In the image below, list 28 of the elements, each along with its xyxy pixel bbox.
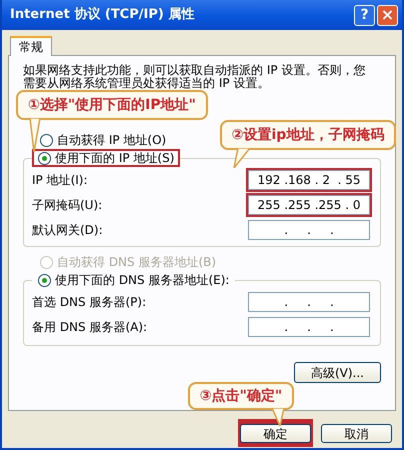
radio-label: 自动获得 IP 地址(O) (57, 132, 166, 149)
ip-address-field[interactable]: . . . (248, 220, 370, 240)
ip-address-field[interactable]: . . . (248, 316, 370, 336)
radio-button[interactable] (38, 152, 51, 164)
radio-label: 使用下面的 DNS 服务器地址(E): (55, 272, 230, 289)
field-label: 默认网关(D): (32, 222, 103, 238)
callout-text: ②设置ip地址，子网掩码 (232, 126, 384, 144)
radio-label: 使用下面的 IP 地址(S) (55, 150, 174, 167)
callout-text: ①选择"使用下面的IP地址" (28, 96, 196, 114)
radio-label: 自动获得 DNS 服务器地址(B) (57, 254, 216, 271)
ip-address-field[interactable]: 255 .255 .255 . 0 (248, 194, 370, 214)
help-button[interactable]: ? (354, 4, 375, 26)
advanced-button[interactable]: 高级(V)... (294, 362, 381, 383)
description-text: 如果网络支持此功能，则可以获取自动指派的 IP 设置。否则，您需要从网络系统管理员处获得适当的 IP 设置。 (23, 64, 366, 90)
ip-address-field[interactable]: . . . (248, 292, 370, 312)
tab[interactable]: 常规 (10, 36, 52, 56)
close-button[interactable]: × (377, 4, 398, 26)
field-label: IP 地址(I): (32, 172, 88, 188)
field-label: 备用 DNS 服务器(A): (32, 318, 148, 336)
window-title: Internet 协议 (TCP/IP) 属性 (10, 6, 194, 24)
callout-text: ③点击"确定" (200, 386, 282, 406)
field-label: 子网掩码(U): (32, 196, 102, 214)
dialog-button[interactable]: 取消 (321, 424, 392, 443)
radio-button[interactable] (40, 134, 53, 146)
field-label: 首选 DNS 服务器(P): (32, 294, 146, 310)
ip-address-field[interactable]: 192 .168 . 2 . 55 (248, 170, 370, 190)
dialog-button[interactable]: 确定 (240, 424, 311, 443)
radio-button[interactable] (38, 274, 51, 286)
